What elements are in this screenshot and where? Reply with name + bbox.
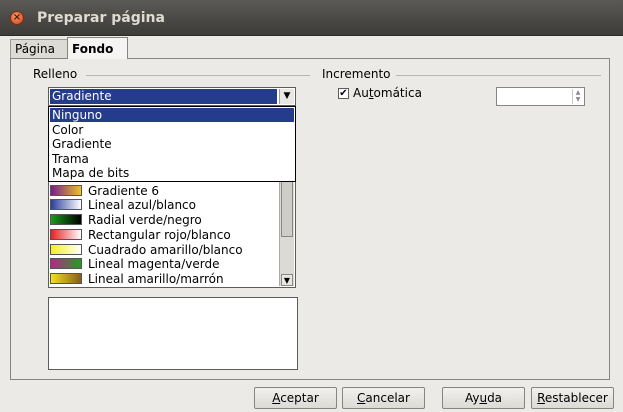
dropdown-option[interactable]: Color xyxy=(50,123,294,137)
dropdown-option[interactable]: Mapa de bits xyxy=(50,166,294,180)
close-button[interactable]: × xyxy=(10,11,24,25)
gradient-item-label: Lineal magenta/verde xyxy=(88,257,220,272)
scroll-down-arrow-icon[interactable]: ▼ xyxy=(281,274,293,286)
scrollbar-thumb[interactable] xyxy=(281,177,293,237)
close-icon: × xyxy=(12,12,22,23)
gradient-list-item[interactable]: Gradiente 6 xyxy=(50,184,159,199)
help-label-part1: Ay xyxy=(464,391,480,405)
checkmark-icon: ✔ xyxy=(339,88,348,99)
increment-spinbox[interactable]: ▲ ▼ xyxy=(496,87,585,106)
spin-buttons[interactable]: ▲ ▼ xyxy=(572,89,583,104)
page-setup-dialog: × Preparar página Página Fondo Relleno G… xyxy=(0,0,623,412)
chevron-down-icon[interactable]: ▼ xyxy=(279,89,294,104)
automatic-label-part1: Au xyxy=(353,86,369,100)
fill-preview xyxy=(48,297,298,370)
gradient-item-label: Lineal amarillo/marrón xyxy=(88,271,224,286)
dropdown-option[interactable]: Ninguno xyxy=(50,108,294,122)
gradient-swatch-icon xyxy=(50,228,82,240)
gradient-list-item[interactable]: Lineal amarillo/marrón xyxy=(50,272,224,287)
cancel-button[interactable]: Cancelar xyxy=(342,387,425,409)
gradient-swatch-icon xyxy=(50,258,82,270)
gradient-swatch-icon xyxy=(50,199,82,211)
automatic-checkbox-label[interactable]: Automática xyxy=(353,86,422,100)
tab-fondo[interactable]: Fondo xyxy=(67,37,128,59)
gradient-item-label: Lineal azul/blanco xyxy=(88,198,196,213)
dropdown-option[interactable]: Gradiente xyxy=(50,137,294,151)
incremento-separator xyxy=(396,75,601,76)
gradient-list-scrollbar[interactable]: ▼ xyxy=(279,177,294,286)
reset-accel: R xyxy=(537,391,545,405)
automatic-label-part2: omática xyxy=(373,86,422,100)
accept-label: ceptar xyxy=(280,391,319,405)
title-bar: × Preparar página xyxy=(0,0,623,36)
gradient-list-item[interactable]: Lineal azul/blanco xyxy=(50,198,196,213)
relleno-separator xyxy=(86,75,310,76)
spin-up-icon[interactable]: ▲ xyxy=(573,89,583,96)
help-label-part2: da xyxy=(487,391,503,405)
fill-type-dropdown: Ninguno Color Gradiente Trama Mapa de bits xyxy=(48,106,296,182)
gradient-item-label: Radial verde/negro xyxy=(88,213,202,228)
gradient-swatch-icon xyxy=(50,243,82,255)
gradient-swatch-icon xyxy=(50,214,82,226)
help-accel: u xyxy=(479,391,488,405)
help-button[interactable]: Ayuda xyxy=(442,387,525,409)
dropdown-option[interactable]: Trama xyxy=(50,152,294,166)
gradient-listbox[interactable]: Gradiente 5Gradiente 6Lineal azul/blanco… xyxy=(48,175,296,288)
gradient-list-item[interactable]: Cuadrado amarillo/blanco xyxy=(50,243,243,258)
gradient-swatch-icon xyxy=(50,184,82,196)
relleno-group-label: Relleno xyxy=(33,67,82,81)
window-title: Preparar página xyxy=(37,10,165,26)
automatic-checkbox[interactable]: ✔ xyxy=(338,88,349,99)
fill-type-combobox[interactable]: Gradiente ▼ xyxy=(48,87,296,106)
spin-down-icon[interactable]: ▼ xyxy=(573,96,583,103)
reset-label: establecer xyxy=(544,391,608,405)
gradient-list-item[interactable]: Rectangular rojo/blanco xyxy=(50,228,231,243)
cancel-label: ancelar xyxy=(365,391,410,405)
gradient-item-label: Gradiente 6 xyxy=(88,183,160,198)
gradient-swatch-icon xyxy=(50,272,82,284)
incremento-group-label: Incremento xyxy=(322,67,395,81)
reset-button[interactable]: Restablecer xyxy=(531,387,614,409)
gradient-item-label: Rectangular rojo/blanco xyxy=(88,227,231,242)
tab-pagina[interactable]: Página xyxy=(10,39,68,58)
gradient-item-label: Cuadrado amarillo/blanco xyxy=(88,242,243,257)
fill-type-value: Gradiente xyxy=(50,89,277,104)
accept-button[interactable]: Aceptar xyxy=(254,387,337,409)
gradient-list-item[interactable]: Lineal magenta/verde xyxy=(50,257,219,272)
accept-accel: A xyxy=(272,391,281,405)
gradient-list-item[interactable]: Radial verde/negro xyxy=(50,213,202,228)
